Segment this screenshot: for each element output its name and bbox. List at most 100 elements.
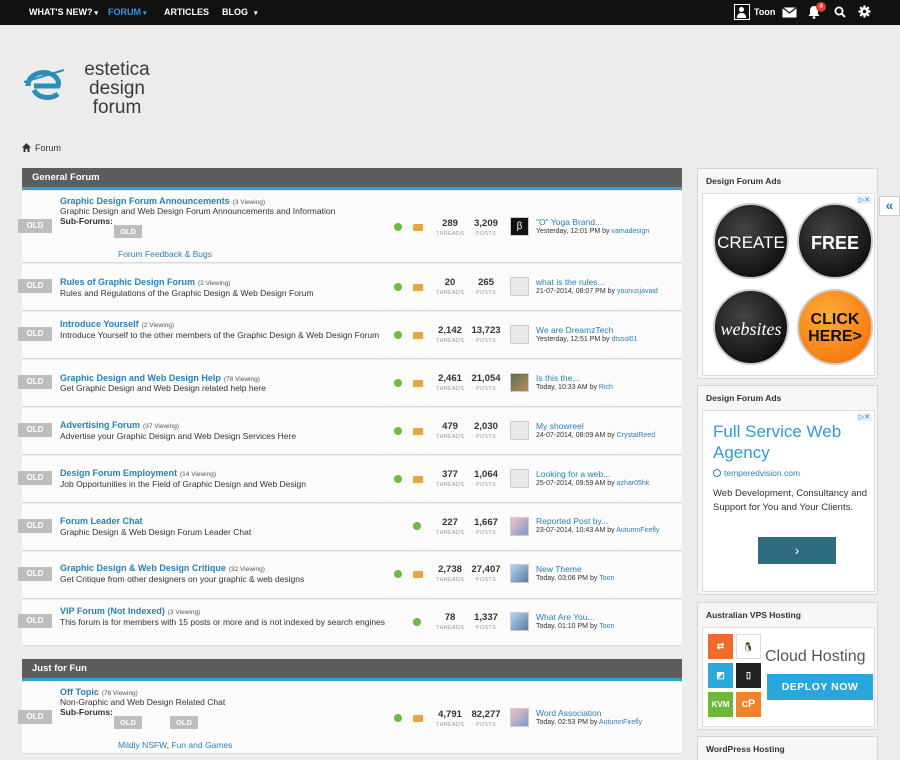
forum-title-link[interactable]: Design Forum Employment (14 Viewing) — [60, 468, 216, 478]
last-post-link[interactable]: What Are You... — [536, 612, 595, 622]
section-header-general-forum[interactable]: General Forum — [22, 168, 682, 190]
avatar[interactable] — [510, 708, 529, 727]
avatar[interactable] — [510, 277, 529, 296]
forum-title-link[interactable]: Advertising Forum (37 Viewing) — [60, 420, 179, 430]
threads-count: 2,738 — [438, 564, 462, 575]
subforum-link-fun-and-games[interactable]: Fun and Games — [171, 740, 232, 750]
avatar[interactable] — [510, 612, 529, 631]
check-icon — [394, 570, 402, 578]
user-icon[interactable] — [734, 4, 750, 20]
site-logo[interactable]: estetica design forum — [24, 60, 164, 120]
last-post-user[interactable]: Rich — [599, 384, 613, 391]
section-header-just-for-fun[interactable]: Just for Fun — [22, 659, 682, 681]
gear-icon[interactable] — [858, 5, 871, 18]
last-post-user[interactable]: vamadesign — [612, 228, 650, 235]
last-post-user[interactable]: Toon — [599, 623, 614, 630]
avatar[interactable] — [510, 421, 529, 440]
forum-title-link[interactable]: Graphic Design & Web Design Critique (32 … — [60, 563, 265, 573]
last-post-user[interactable]: AutumnFirefly — [616, 527, 659, 534]
home-icon[interactable] — [22, 143, 31, 152]
subforum-link-mildly-nsfw[interactable]: Mildly NSFW — [118, 740, 167, 750]
last-post-link[interactable]: My showreel — [536, 421, 584, 431]
threads-stat: 2,461 THREADS — [430, 373, 470, 392]
last-post-meta: Today, 02:53 PM by AutumnFirefly — [536, 719, 642, 726]
last-post-user[interactable]: AutumnFirefly — [599, 719, 642, 726]
last-post-link[interactable]: "O" Yoga Brand... — [536, 217, 602, 227]
last-post-user[interactable]: azhar05hk — [617, 480, 650, 487]
nav-forum[interactable]: FORUM ▾ — [108, 0, 147, 25]
ad-headline[interactable]: Full Service Web Agency — [713, 421, 863, 463]
rss-icon[interactable] — [413, 476, 423, 483]
forum-title-link[interactable]: Forum Leader Chat — [60, 516, 146, 526]
nav-blog[interactable]: BLOG ▾ — [222, 0, 258, 25]
rss-icon[interactable] — [413, 428, 423, 435]
forum-description: Get Graphic Design and Web Design relate… — [60, 383, 266, 393]
rss-icon[interactable] — [413, 224, 423, 231]
ad-banner-cloud-hosting[interactable]: ⇄ 🐧 ◩ ▯ KVM cP Cloud Hosting DEPLOY NOW — [702, 627, 875, 727]
avatar[interactable] — [510, 373, 529, 392]
ad-banner-full-service[interactable]: ▷✕ Full Service Web Agency temperedvisio… — [702, 410, 875, 592]
last-post-link[interactable]: what is the rules... — [536, 277, 605, 287]
posts-label: POSTS — [475, 434, 497, 440]
ad-url[interactable]: temperedvision.com — [713, 468, 800, 478]
last-post-link[interactable]: New Theme — [536, 564, 582, 574]
ad-circle-websites[interactable]: websites — [713, 289, 789, 365]
search-icon[interactable] — [834, 6, 846, 18]
breadcrumb-forum[interactable]: Forum — [35, 143, 61, 153]
rss-icon[interactable] — [413, 284, 423, 291]
avatar[interactable] — [510, 564, 529, 583]
rss-icon[interactable] — [413, 571, 423, 578]
forum-title-link[interactable]: Graphic Design Forum Announcements (3 Vie… — [60, 196, 265, 206]
ad-circle-free[interactable]: FREE — [797, 203, 873, 279]
rss-icon[interactable] — [413, 380, 423, 387]
last-post-link[interactable]: Word Association — [536, 708, 602, 718]
rss-icon[interactable] — [413, 332, 423, 339]
last-post-link[interactable]: Reported Post by... — [536, 516, 608, 526]
last-post-user[interactable]: dtssol01 — [612, 336, 638, 343]
last-post-user[interactable]: younusjavaid — [617, 288, 658, 295]
check-icon — [394, 427, 402, 435]
forum-title-link[interactable]: Off Topic (78 Viewing) — [60, 687, 138, 697]
last-post-user[interactable]: Toon — [599, 575, 614, 582]
forum-title-link[interactable]: Rules of Graphic Design Forum (2 Viewing) — [60, 277, 230, 287]
last-post-user[interactable]: CrystalReed — [617, 432, 656, 439]
adchoices-icon[interactable]: ▷✕ — [856, 413, 872, 421]
forum-row: OLD Rules of Graphic Design Forum (2 View… — [18, 264, 682, 311]
check-icon — [394, 379, 402, 387]
posts-stat: 265 POSTS — [466, 277, 506, 296]
forum-title-link[interactable]: Graphic Design and Web Design Help (78 Vi… — [60, 373, 260, 383]
subforum-link[interactable]: Forum Feedback & Bugs — [118, 249, 212, 259]
sidebar-toggle-button[interactable]: « — [879, 196, 900, 216]
posts-label: POSTS — [475, 338, 497, 344]
nav-articles[interactable]: ARTICLES — [164, 0, 209, 25]
forum-title-link[interactable]: VIP Forum (Not Indexed) (3 Viewing) — [60, 606, 200, 616]
nav-whats-new[interactable]: WHAT'S NEW? ▾ — [29, 0, 98, 25]
avatar[interactable]: β — [510, 217, 529, 236]
avatar[interactable] — [510, 325, 529, 344]
last-post-time: 21-07-2014, 08:07 PM by — [536, 288, 615, 295]
last-post-link[interactable]: Is this the... — [536, 373, 579, 383]
last-post-link[interactable]: Looking for a web... — [536, 469, 610, 479]
forum-title: Off Topic — [60, 687, 99, 697]
check-icon — [394, 475, 402, 483]
nav-label: WHAT'S NEW? — [29, 7, 93, 17]
ad-banner-create-free[interactable]: ▷✕ CREATE FREE websites CLICK HERE> — [702, 193, 875, 376]
mail-icon[interactable] — [782, 7, 797, 18]
avatar[interactable] — [510, 469, 529, 488]
adchoices-icon[interactable]: ▷✕ — [856, 196, 872, 204]
forum-title: Advertising Forum — [60, 420, 141, 430]
avatar[interactable] — [510, 517, 529, 536]
ad-circle-click-here[interactable]: CLICK HERE> — [797, 289, 873, 365]
chevron-down-icon: ▾ — [94, 10, 98, 17]
user-name[interactable]: Toon — [754, 0, 775, 25]
panel-title: Australian VPS Hosting — [706, 610, 801, 620]
forum-title-link[interactable]: Introduce Yourself (2 Viewing) — [60, 319, 174, 329]
viewing-count: (3 Viewing) — [232, 199, 266, 206]
rss-icon[interactable] — [413, 715, 423, 722]
last-post-link[interactable]: We are DreamzTech — [536, 325, 613, 335]
ad-headline[interactable]: Cloud Hosting — [765, 648, 866, 666]
ad-circle-create[interactable]: CREATE — [713, 203, 789, 279]
ad-next-button[interactable]: › — [758, 537, 836, 564]
deploy-now-button[interactable]: DEPLOY NOW — [767, 674, 873, 700]
threads-stat: 2,142 THREADS — [430, 325, 470, 344]
